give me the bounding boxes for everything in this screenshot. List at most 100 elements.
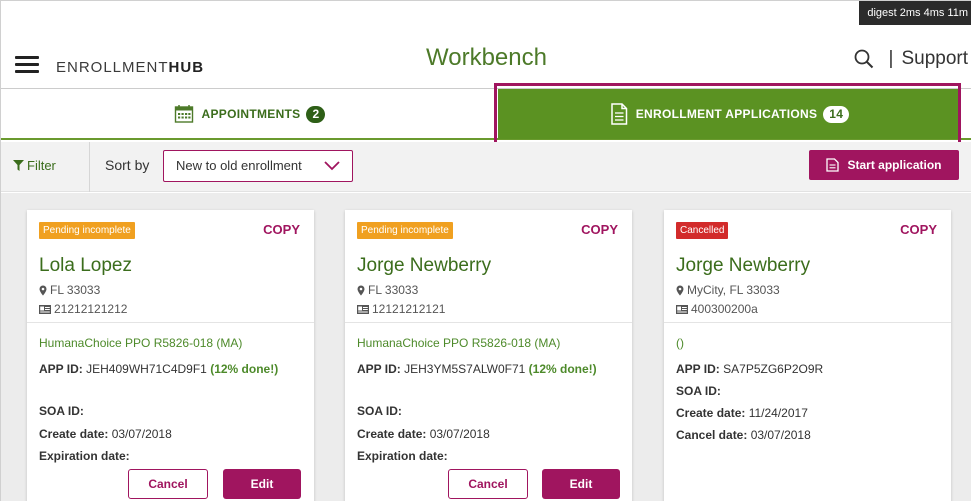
sort-select[interactable]: New to old enrollment xyxy=(163,150,353,182)
support-link[interactable]: Support xyxy=(901,48,968,70)
tab-enrollment-applications[interactable]: ENROLLMENT APPLICATIONS 14 xyxy=(498,89,961,139)
soa-id-row: SOA ID: xyxy=(39,403,301,419)
app-id-row: APP ID: JEH409WH71C4D9F1 (12% done!) xyxy=(39,361,301,377)
applicant-id: 400300200a xyxy=(676,302,758,316)
edit-button[interactable]: Edit xyxy=(542,469,620,499)
create-date-label: Create date: xyxy=(39,427,109,441)
cancel-button[interactable]: Cancel xyxy=(128,469,208,499)
location-text: MyCity, FL 33033 xyxy=(687,283,780,297)
create-date-label: Create date: xyxy=(357,427,427,441)
progress-text: (12% done!) xyxy=(210,362,279,376)
id-number-text: 12121212121 xyxy=(372,302,446,316)
plan-name: HumanaChoice PPO R5826-018 (MA) xyxy=(357,336,561,350)
toolbar-divider xyxy=(89,142,90,192)
id-card-icon xyxy=(39,304,51,314)
card-divider xyxy=(664,322,951,323)
tab-appointments-label: APPOINTMENTS xyxy=(201,107,301,121)
applicant-name: Lola Lopez xyxy=(39,255,132,276)
enrollment-count-badge: 14 xyxy=(823,105,850,123)
applicant-name: Jorge Newberry xyxy=(676,255,811,276)
app-id-row: APP ID: SA7P5ZG6P2O9R xyxy=(676,361,938,377)
status-badge: Pending incomplete xyxy=(39,222,135,239)
copy-link[interactable]: COPY xyxy=(900,222,937,237)
applicant-location: MyCity, FL 33033 xyxy=(676,283,780,297)
location-text: FL 33033 xyxy=(50,283,101,297)
header-separator: | xyxy=(888,48,894,69)
chevron-down-icon xyxy=(324,161,340,171)
create-date-label: Create date: xyxy=(676,406,746,420)
application-card: Pending incomplete COPY Lola Lopez FL 33… xyxy=(27,210,314,501)
appointments-count-badge: 2 xyxy=(306,105,326,123)
applicant-location: FL 33033 xyxy=(39,283,100,297)
calendar-icon xyxy=(174,105,193,123)
copy-link[interactable]: COPY xyxy=(263,222,300,237)
filter-label: Filter xyxy=(27,158,56,173)
plan-name: HumanaChoice PPO R5826-018 (MA) xyxy=(39,336,243,350)
cancel-date-label: Cancel date: xyxy=(676,428,748,442)
toolbar: Filter Sort by New to old enrollment Sta… xyxy=(1,142,971,192)
start-application-button[interactable]: Start application xyxy=(809,150,959,180)
app-frame: ENROLLMENTHUB Workbench | Support digest… xyxy=(0,0,971,501)
tab-appointments[interactable]: APPOINTMENTS 2 xyxy=(1,89,498,139)
status-badge: Cancelled xyxy=(676,222,729,239)
edit-button[interactable]: Edit xyxy=(223,469,301,499)
card-divider xyxy=(27,322,314,323)
create-date-row: Create date: 03/07/2018 xyxy=(357,426,619,442)
soa-id-row: SOA ID: xyxy=(676,383,938,399)
sortby-label: Sort by xyxy=(105,157,150,173)
location-pin-icon xyxy=(39,285,47,295)
page-title: Workbench xyxy=(426,44,547,71)
sort-select-value: New to old enrollment xyxy=(176,158,302,173)
application-card: Cancelled COPY Jorge Newberry MyCity, FL… xyxy=(664,210,951,501)
filter-icon xyxy=(13,160,24,171)
app-id-value: JEH409WH71C4D9F1 xyxy=(86,362,207,376)
tab-bar: APPOINTMENTS 2 ENROLLMENT APPLICATIONS 1… xyxy=(1,88,971,140)
location-pin-icon xyxy=(357,285,365,295)
document-icon xyxy=(826,158,840,172)
id-number-text: 21212121212 xyxy=(54,302,128,316)
debug-timing-bar: digest 2ms 4ms 11m xyxy=(859,1,971,25)
soa-id-label: SOA ID: xyxy=(357,404,402,418)
tab-enrollment-label: ENROLLMENT APPLICATIONS xyxy=(635,107,818,121)
id-card-icon xyxy=(357,304,369,314)
applicant-name: Jorge Newberry xyxy=(357,255,492,276)
header-actions: | Support xyxy=(853,48,968,70)
filter-button[interactable]: Filter xyxy=(13,158,56,173)
create-date-row: Create date: 11/24/2017 xyxy=(676,405,938,421)
id-card-icon xyxy=(676,304,688,314)
soa-id-row: SOA ID: xyxy=(357,403,619,419)
soa-id-label: SOA ID: xyxy=(676,384,721,398)
application-card: Pending incomplete COPY Jorge Newberry F… xyxy=(345,210,632,501)
applicant-id: 12121212121 xyxy=(357,302,445,316)
card-divider xyxy=(345,322,632,323)
app-id-label: APP ID: xyxy=(357,362,401,376)
app-id-label: APP ID: xyxy=(39,362,83,376)
cancel-date-row: Cancel date: 03/07/2018 xyxy=(676,427,938,443)
header: ENROLLMENTHUB Workbench | Support digest… xyxy=(1,1,971,89)
app-id-value: JEH3YM5S7ALW0F71 xyxy=(404,362,526,376)
create-date-value: 03/07/2018 xyxy=(429,427,490,441)
expiration-date-row: Expiration date: xyxy=(357,448,619,464)
create-date-row: Create date: 03/07/2018 xyxy=(39,426,301,442)
applicant-location: FL 33033 xyxy=(357,283,418,297)
app-id-value: SA7P5ZG6P2O9R xyxy=(723,362,824,376)
create-date-value: 03/07/2018 xyxy=(111,427,172,441)
search-icon[interactable] xyxy=(853,48,875,70)
create-date-value: 11/24/2017 xyxy=(748,406,808,420)
status-badge: Pending incomplete xyxy=(357,222,453,239)
app-id-label: APP ID: xyxy=(676,362,720,376)
app-id-row: APP ID: JEH3YM5S7ALW0F71 (12% done!) xyxy=(357,361,619,377)
id-number-text: 400300200a xyxy=(691,302,758,316)
expiration-date-row: Expiration date: xyxy=(39,448,301,464)
soa-id-label: SOA ID: xyxy=(39,404,84,418)
plan-name: () xyxy=(676,336,684,350)
applicant-id: 21212121212 xyxy=(39,302,127,316)
copy-link[interactable]: COPY xyxy=(581,222,618,237)
document-icon xyxy=(610,103,627,125)
location-text: FL 33033 xyxy=(368,283,419,297)
start-application-label: Start application xyxy=(847,158,942,172)
cancel-button[interactable]: Cancel xyxy=(448,469,528,499)
expiration-date-label: Expiration date: xyxy=(357,449,448,463)
progress-text: (12% done!) xyxy=(528,362,597,376)
cards-area: Pending incomplete COPY Lola Lopez FL 33… xyxy=(1,193,971,501)
